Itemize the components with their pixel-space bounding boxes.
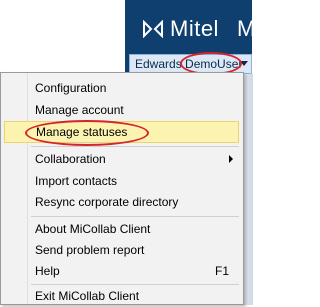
menu-item-manage-account[interactable]: Manage account <box>4 99 239 121</box>
menu-item-label: Import contacts <box>35 174 118 188</box>
menu-item-label: Configuration <box>35 81 107 95</box>
logo-text: Mitel <box>170 16 219 41</box>
chevron-right-icon <box>229 155 233 163</box>
menu-item-label: Send problem report <box>35 243 145 257</box>
menu-item-label: Resync corporate directory <box>35 195 179 209</box>
menu-item-shortcut: F1 <box>214 264 229 278</box>
menu-separator <box>31 146 239 147</box>
annotation-ellipse <box>25 120 149 146</box>
menu-item-send-problem-report[interactable]: Send problem report <box>4 239 239 261</box>
logo-extra: M <box>237 16 256 41</box>
menu-item-resync-directory[interactable]: Resync corporate directory <box>4 191 239 213</box>
menu-item-label: Help <box>35 264 60 278</box>
context-menu: Configuration Manage account Manage stat… <box>0 72 244 305</box>
menu-item-exit[interactable]: Exit MiCollab Client <box>4 285 239 307</box>
menu-item-configuration[interactable]: Configuration <box>4 77 239 99</box>
menu-item-label: Collaboration <box>35 152 106 166</box>
menu-item-about[interactable]: About MiCollab Client <box>4 218 239 240</box>
menu-item-label: About MiCollab Client <box>35 222 151 236</box>
menu-item-import-contacts[interactable]: Import contacts <box>4 170 239 192</box>
menu-item-label: Manage account <box>35 103 124 117</box>
menu-item-collaboration[interactable]: Collaboration <box>4 148 239 170</box>
menu-item-label: Exit MiCollab Client <box>35 289 140 303</box>
menu-item-help[interactable]: Help F1 <box>4 260 239 282</box>
mitel-logo-icon <box>143 20 163 38</box>
mitel-logo: Mitel <box>142 16 219 42</box>
menu-separator <box>31 216 239 217</box>
